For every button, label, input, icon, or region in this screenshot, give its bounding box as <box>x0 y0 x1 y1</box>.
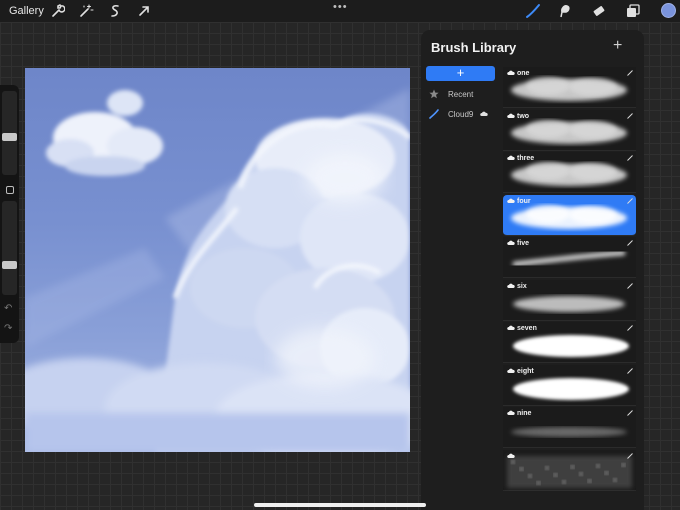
left-sidebar: ↶ ↷ <box>0 85 19 343</box>
brush-set-label: Recent <box>448 90 474 99</box>
brush-list: one two three four five six seven eight nine <box>503 67 636 510</box>
brush-item[interactable] <box>503 449 636 491</box>
brush-edit-icon[interactable] <box>627 240 633 246</box>
panel-title: Brush Library <box>431 40 517 55</box>
top-toolbar: Gallery ••• <box>0 0 680 22</box>
gallery-button[interactable]: Gallery <box>9 5 44 17</box>
cloud-icon <box>507 410 515 415</box>
opacity-slider[interactable] <box>2 201 17 295</box>
undo-icon[interactable]: ↶ <box>4 303 12 314</box>
brush-name: seven <box>517 325 537 332</box>
brush-item[interactable]: three <box>503 152 636 193</box>
layers-icon[interactable] <box>625 3 641 19</box>
brush-set-label: Cloud9 <box>448 110 474 119</box>
cloud-icon <box>480 111 488 116</box>
add-brush-set-button[interactable]: + <box>426 66 495 81</box>
color-picker-button[interactable] <box>661 3 676 18</box>
brush-item[interactable]: two <box>503 109 636 151</box>
brush-name: eight <box>517 367 534 375</box>
brush-name: five <box>517 240 530 247</box>
drawing-canvas[interactable] <box>25 68 410 452</box>
eraser-icon[interactable] <box>591 3 607 19</box>
brush-stroke-preview <box>507 455 632 488</box>
brush-name: two <box>517 112 530 120</box>
brush-item[interactable]: four <box>503 194 636 236</box>
brush-set-recent[interactable]: Recent <box>427 87 497 103</box>
wrench-icon[interactable] <box>49 3 65 19</box>
brush-item[interactable]: eight <box>503 364 636 406</box>
brush-name: nine <box>517 410 532 417</box>
brush-name: four <box>517 197 531 205</box>
brush-edit-icon[interactable] <box>627 70 633 76</box>
brush-item[interactable]: six <box>503 279 636 321</box>
cloud-icon <box>507 453 515 458</box>
cloud-icon <box>507 113 515 118</box>
cloud-icon <box>507 283 515 288</box>
cloud-icon <box>507 325 515 330</box>
transform-arrow-icon[interactable] <box>136 3 152 19</box>
brush-item[interactable]: one <box>503 67 636 108</box>
star-icon <box>429 89 439 99</box>
home-indicator <box>254 503 426 507</box>
brush-stroke-icon <box>429 109 439 119</box>
brush-name: one <box>517 70 530 77</box>
brush-item[interactable]: five <box>503 237 636 278</box>
brush-item[interactable]: seven <box>503 322 636 363</box>
modify-button[interactable] <box>6 186 14 194</box>
magic-wand-icon[interactable] <box>78 3 94 19</box>
brush-name: six <box>517 282 527 290</box>
brush-set-cloud9[interactable]: Cloud9 <box>427 107 497 123</box>
brush-edit-icon[interactable] <box>627 410 633 416</box>
brush-edit-icon[interactable] <box>627 325 633 331</box>
brush-library-panel: Brush Library + + Recent Cloud9 one two th… <box>421 30 644 510</box>
cloud-painting <box>25 88 410 452</box>
cloud-icon <box>507 70 515 75</box>
add-brush-icon[interactable]: + <box>613 37 622 55</box>
brush-edit-icon[interactable] <box>627 452 633 459</box>
brush-item[interactable]: nine <box>503 407 636 448</box>
smudge-icon[interactable] <box>556 3 572 19</box>
cloud-icon <box>507 155 515 160</box>
opacity-thumb[interactable] <box>2 261 17 270</box>
brush-edit-icon[interactable] <box>627 367 633 374</box>
brush-edit-icon[interactable] <box>627 112 633 119</box>
brush-edit-icon[interactable] <box>627 282 633 289</box>
cloud-icon <box>507 198 515 203</box>
brush-icon[interactable] <box>525 3 541 19</box>
brush-name: three <box>517 155 535 162</box>
cloud-icon <box>507 368 515 373</box>
selection-icon[interactable] <box>107 3 123 19</box>
brush-edit-icon[interactable] <box>627 197 633 204</box>
more-options-icon[interactable]: ••• <box>333 1 348 13</box>
cloud-icon <box>507 240 515 245</box>
brush-edit-icon[interactable] <box>627 155 633 161</box>
redo-icon[interactable]: ↷ <box>4 323 12 334</box>
brush-size-thumb[interactable] <box>2 132 17 141</box>
